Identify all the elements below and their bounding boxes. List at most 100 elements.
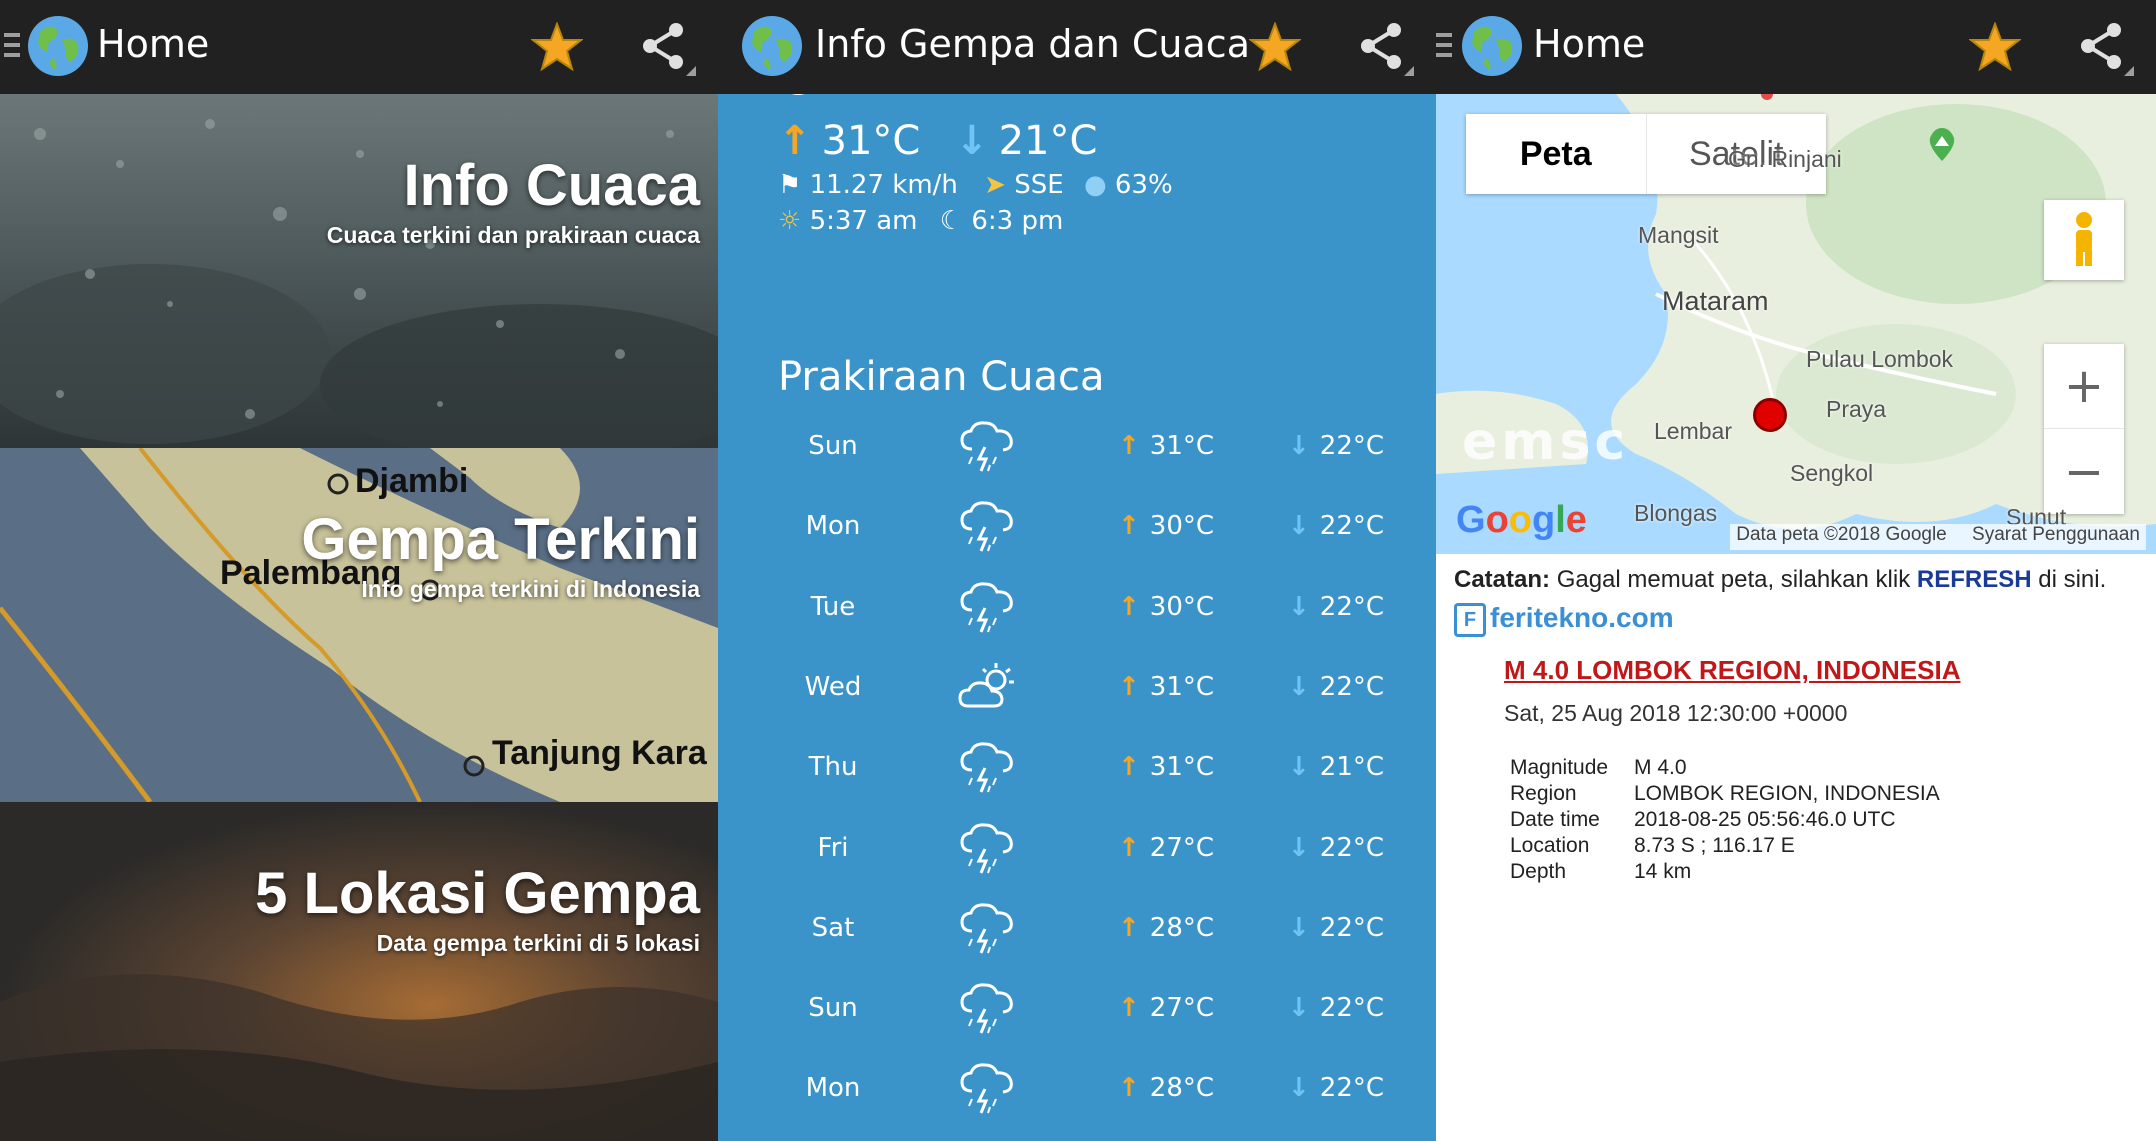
thunderstorm-icon	[958, 499, 1018, 555]
forecast-low-value: 21°C	[1319, 752, 1385, 783]
arrow-down-icon: ↓	[1288, 1073, 1310, 1104]
earthquake-map[interactable]: Peta Satelit + − Gn. Rinjani Mangsit Mat…	[1436, 94, 2156, 554]
thunderstorm-icon	[958, 981, 1018, 1037]
street-view-pegman-button[interactable]	[2044, 200, 2124, 280]
arrow-down-icon: ↓	[1288, 993, 1310, 1024]
detail-value: 14 km	[1634, 860, 1692, 883]
card-gempa-terkini[interactable]: Djambi Palembang Tanjung Kara Gempa Terk…	[0, 448, 718, 802]
map-label-praya: Praya	[1826, 396, 1887, 422]
forecast-high-value: 31°C	[1149, 431, 1215, 461]
note-label: Catatan:	[1454, 566, 1551, 593]
forecast-row: Wed ↑ 31°C ↓ 22°C	[718, 648, 1436, 728]
forecast-row: Tue ↑ 30°C ↓ 22°C	[718, 568, 1436, 648]
map-label-pulau-lombok: Pulau Lombok	[1806, 346, 1954, 372]
weather-content[interactable]: ↑ 31°C ↓ 21°C ⚑ 11.27 km/h ➤ SSE ● 63% ☼ 5…	[718, 0, 1436, 1141]
favorite-star-icon[interactable]	[531, 22, 583, 72]
earthquake-details-table: Magnitude M 4.0 Region LOMBOK REGION, INDO…	[1510, 756, 1940, 886]
earthquake-timestamp: Sat, 25 Aug 2018 12:30:00 +0000	[1504, 700, 1848, 726]
humidity-drop-icon: ●	[1083, 170, 1107, 200]
forecast-high: ↑ 31°C	[1118, 431, 1214, 461]
arrow-down-icon: ↓	[1288, 591, 1310, 622]
forecast-high: ↑ 28°C	[1118, 913, 1214, 943]
map-label-mangsit: Mangsit	[1638, 222, 1719, 248]
share-icon[interactable]	[2074, 18, 2134, 76]
sumatra-map-image: Djambi Palembang Tanjung Kara	[0, 448, 718, 802]
share-icon[interactable]	[636, 18, 696, 76]
forecast-low: ↓ 22°C	[1288, 672, 1384, 702]
arrow-down-icon: ↓	[955, 118, 989, 164]
arrow-down-icon: ↓	[1288, 671, 1310, 702]
card-title: Info Cuaca	[403, 153, 701, 218]
thunderstorm-icon	[958, 1061, 1018, 1117]
favorite-star-icon[interactable]	[1249, 22, 1301, 72]
arrow-up-icon: ↑	[1118, 993, 1140, 1024]
forecast-high: ↑ 30°C	[1118, 511, 1214, 541]
menu-icon[interactable]	[4, 33, 22, 63]
favorite-star-icon[interactable]	[1969, 22, 2021, 72]
emsc-watermark: emsc	[1462, 412, 1630, 472]
forecast-low: ↓ 22°C	[1288, 511, 1384, 541]
forecast-low-value: 22°C	[1319, 511, 1385, 542]
zoom-in-button[interactable]: +	[2044, 344, 2124, 429]
arrow-up-icon: ↑	[1118, 671, 1140, 702]
forecast-high: ↑ 30°C	[1118, 592, 1214, 622]
mountain-pin-icon	[1929, 128, 1955, 161]
forecast-low: ↓ 21°C	[1288, 752, 1384, 782]
thunderstorm-icon	[958, 419, 1018, 475]
note-text: Gagal memuat peta, silahkan klik	[1556, 566, 1911, 593]
forecast-high: ↑ 27°C	[1118, 833, 1214, 863]
card-5-lokasi-gempa[interactable]: 5 Lokasi Gempa Data gempa terkini di 5 l…	[0, 802, 718, 1141]
forecast-row: Sat ↑ 28°C ↓ 22°C	[718, 889, 1436, 969]
card-info-cuaca[interactable]: Info Cuaca Cuaca terkini dan prakiraan c…	[0, 94, 718, 448]
forecast-row: Thu ↑ 31°C ↓ 21°C	[718, 728, 1436, 808]
app-bar: Home	[0, 0, 718, 94]
forecast-high-value: 28°C	[1149, 1073, 1215, 1104]
arrow-down-icon: ↓	[1288, 752, 1310, 783]
forecast-high: ↑ 31°C	[1118, 672, 1214, 702]
menu-icon[interactable]	[1436, 33, 1454, 63]
forecast-row: Sun ↑ 31°C ↓ 22°C	[718, 407, 1436, 487]
forecast-day: Mon	[805, 1073, 861, 1104]
refresh-link[interactable]: REFRESH	[1917, 566, 2032, 593]
detail-key: Date time	[1510, 808, 1600, 831]
detail-key: Region	[1510, 782, 1577, 805]
forecast-high-value: 27°C	[1149, 832, 1215, 863]
brand-link[interactable]: Fferitekno.com	[1454, 602, 1674, 637]
forecast-high-value: 27°C	[1149, 993, 1215, 1024]
zoom-out-button[interactable]: −	[2044, 429, 2124, 514]
earthquake-epicenter-marker[interactable]	[1753, 398, 1787, 432]
detail-value: LOMBOK REGION, INDONESIA	[1634, 782, 1940, 805]
detail-row: Location 8.73 S ; 116.17 E	[1510, 834, 1940, 860]
detail-row: Date time 2018-08-25 05:56:46.0 UTC	[1510, 808, 1940, 834]
detail-row: Depth 14 km	[1510, 860, 1940, 886]
google-logo: Google	[1456, 499, 1587, 541]
feritekno-logo-icon: F	[1454, 602, 1486, 637]
forecast-low: ↓ 22°C	[1288, 592, 1384, 622]
forecast-low: ↓ 22°C	[1288, 913, 1384, 943]
current-sun-row: ☼ 5:37 am ☾ 6:3 pm	[778, 206, 1063, 236]
forecast-title: Prakiraan Cuaca	[778, 354, 1105, 400]
thunderstorm-icon	[958, 821, 1018, 877]
detail-row: Region LOMBOK REGION, INDONESIA	[1510, 782, 1940, 808]
forecast-low-value: 22°C	[1319, 1073, 1385, 1104]
arrow-down-icon: ↓	[1288, 912, 1310, 943]
map-label-lembar: Lembar	[1654, 418, 1732, 444]
pegman-icon	[2076, 212, 2092, 266]
tab-map[interactable]: Peta	[1466, 114, 1646, 194]
map-terms-link[interactable]: Syarat Penggunaan	[1972, 524, 2140, 545]
thunderstorm-icon	[958, 580, 1018, 636]
forecast-day: Mon	[805, 511, 861, 542]
app-title: Home	[1533, 22, 1646, 66]
arrow-up-icon: ↑	[1118, 832, 1140, 863]
current-temperature-range: ↑ 31°C ↓ 21°C	[778, 118, 1097, 164]
forecast-day: Sun	[808, 993, 858, 1024]
flag-icon: ⚑	[778, 170, 802, 200]
thunderstorm-icon	[958, 740, 1018, 796]
map-label-rinjani: Gn. Rinjani	[1728, 146, 1842, 172]
share-icon[interactable]	[1354, 18, 1414, 76]
forecast-row: Mon ↑ 30°C ↓ 22°C	[718, 487, 1436, 567]
forecast-low-value: 22°C	[1319, 912, 1385, 943]
earthquake-title-link[interactable]: M 4.0 LOMBOK REGION, INDONESIA	[1504, 655, 1961, 686]
forecast-low-value: 22°C	[1319, 671, 1385, 702]
wind-direction: SSE	[1014, 170, 1064, 200]
